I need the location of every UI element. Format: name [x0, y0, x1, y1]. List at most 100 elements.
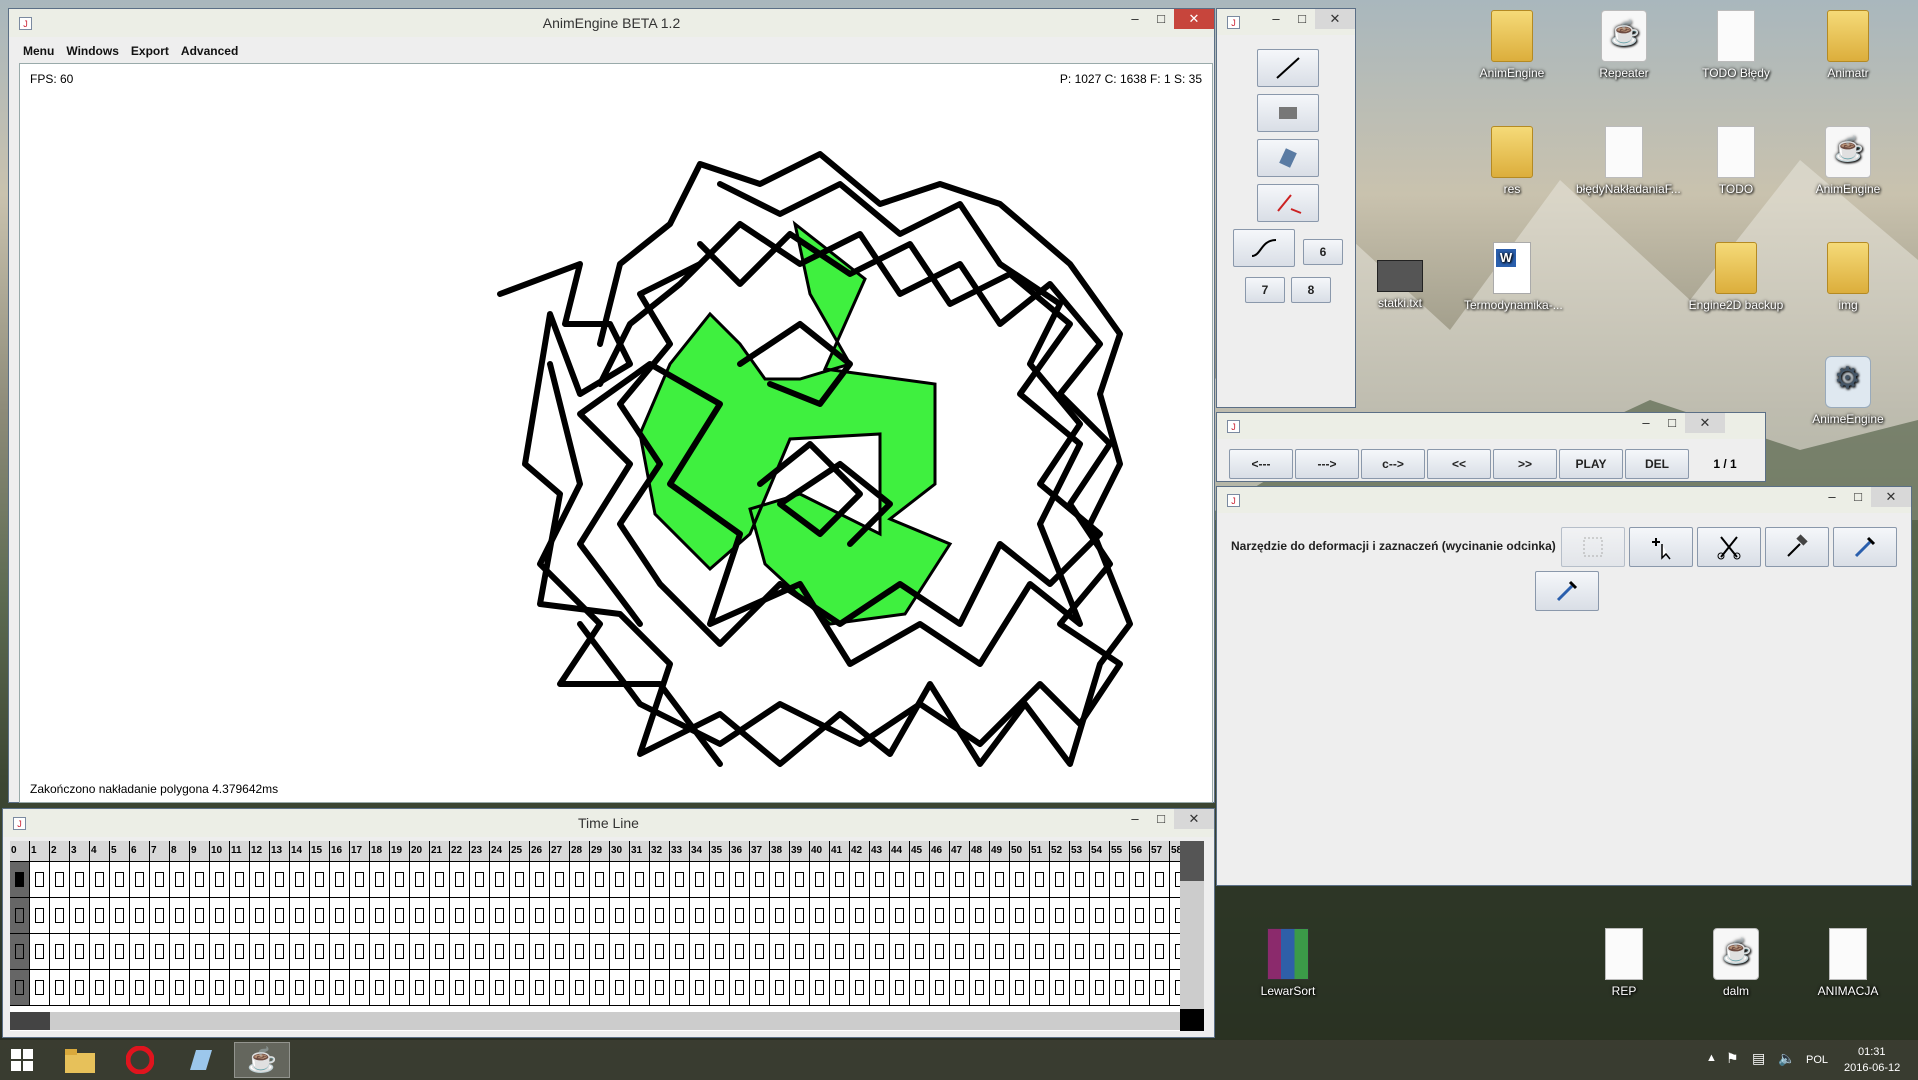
frame-cell[interactable]: [50, 862, 70, 897]
desktop-icon[interactable]: TODO Błędy: [1688, 10, 1784, 80]
frame-cell[interactable]: [1030, 970, 1050, 1005]
frame-cell[interactable]: [470, 862, 490, 897]
minimize-button[interactable]: –: [1122, 9, 1148, 29]
frame-cell[interactable]: [1030, 898, 1050, 933]
frame-cell[interactable]: [410, 862, 430, 897]
frame-cell[interactable]: [790, 862, 810, 897]
frame-cell[interactable]: [770, 862, 790, 897]
frame-cell[interactable]: [830, 970, 850, 1005]
close-button[interactable]: ✕: [1315, 9, 1355, 29]
frame-cell[interactable]: [130, 970, 150, 1005]
frame-cell[interactable]: [810, 934, 830, 969]
frame-cell[interactable]: [770, 898, 790, 933]
frame-cell[interactable]: [990, 898, 1010, 933]
frame-cell[interactable]: [190, 970, 210, 1005]
minimize-button[interactable]: –: [1122, 809, 1148, 829]
frame-cell[interactable]: [570, 934, 590, 969]
prev-frame-button[interactable]: <---: [1229, 449, 1293, 479]
frame-cell[interactable]: [230, 934, 250, 969]
frame-cell[interactable]: [770, 970, 790, 1005]
frame-cell[interactable]: [190, 898, 210, 933]
flag-icon[interactable]: ⚑: [1726, 1050, 1739, 1067]
frame-cell[interactable]: [390, 898, 410, 933]
frame-cell[interactable]: [70, 898, 90, 933]
frame-cell[interactable]: [970, 862, 990, 897]
frame-cell[interactable]: [790, 970, 810, 1005]
frame-cell[interactable]: [1170, 898, 1180, 933]
frame-cell[interactable]: [410, 934, 430, 969]
frame-cell[interactable]: [230, 862, 250, 897]
frame-cell[interactable]: [1150, 862, 1170, 897]
eraser-tool-button[interactable]: [1257, 139, 1319, 177]
frame-cell[interactable]: [910, 862, 930, 897]
frame-cell[interactable]: [890, 970, 910, 1005]
frame-cell[interactable]: [970, 898, 990, 933]
frame-cell[interactable]: [970, 970, 990, 1005]
pipette-button[interactable]: [1833, 527, 1897, 567]
frame-cell[interactable]: [110, 898, 130, 933]
frame-cell[interactable]: [1130, 862, 1150, 897]
tool-button-8[interactable]: 8: [1291, 277, 1331, 303]
frame-cell[interactable]: [590, 934, 610, 969]
scrollbar-thumb[interactable]: [1180, 841, 1204, 881]
select-rect-button[interactable]: [1561, 527, 1625, 567]
frame-cell[interactable]: [410, 898, 430, 933]
frame-cell[interactable]: [90, 934, 110, 969]
frame-cell[interactable]: [1090, 934, 1110, 969]
frame-cell[interactable]: [330, 970, 350, 1005]
frame-cell[interactable]: [1110, 934, 1130, 969]
menu-item-windows[interactable]: Windows: [60, 41, 125, 61]
frame-cell[interactable]: [670, 862, 690, 897]
maximize-button[interactable]: □: [1659, 413, 1685, 433]
frame-cell[interactable]: [1150, 934, 1170, 969]
timeline-hscrollbar[interactable]: [10, 1012, 1180, 1030]
frame-cell[interactable]: [250, 934, 270, 969]
frame-cell[interactable]: [610, 862, 630, 897]
frame-cell[interactable]: [810, 862, 830, 897]
frame-cell[interactable]: [510, 862, 530, 897]
maximize-button[interactable]: □: [1148, 809, 1174, 829]
next-frame-button[interactable]: --->: [1295, 449, 1359, 479]
frame-cell[interactable]: [90, 898, 110, 933]
frame-cell[interactable]: [790, 898, 810, 933]
frame-cell[interactable]: [1070, 862, 1090, 897]
frame-cell[interactable]: [210, 970, 230, 1005]
desktop-icon[interactable]: AnimEngine: [1464, 10, 1560, 80]
frame-cell[interactable]: [730, 934, 750, 969]
frame-cell[interactable]: [1050, 970, 1070, 1005]
frame-cell[interactable]: [450, 898, 470, 933]
frame-cell[interactable]: [1170, 862, 1180, 897]
frame-cell[interactable]: [50, 898, 70, 933]
frame-cell[interactable]: [1130, 970, 1150, 1005]
frame-cell[interactable]: [990, 862, 1010, 897]
frame-cell[interactable]: [630, 898, 650, 933]
frame-cell[interactable]: [950, 862, 970, 897]
frame-cell[interactable]: [930, 862, 950, 897]
frame-cell[interactable]: [1010, 862, 1030, 897]
frame-cell[interactable]: [530, 898, 550, 933]
frame-cell[interactable]: [30, 862, 50, 897]
frame-cell[interactable]: [670, 970, 690, 1005]
frame-cell[interactable]: [810, 970, 830, 1005]
frame-cell[interactable]: [330, 934, 350, 969]
frame-cell[interactable]: [850, 970, 870, 1005]
desktop-icon[interactable]: dalm: [1688, 928, 1784, 998]
frame-cell[interactable]: [290, 934, 310, 969]
clock-date[interactable]: 2016-06-12: [1844, 1062, 1900, 1074]
frame-cell[interactable]: [130, 934, 150, 969]
frame-cell[interactable]: [510, 898, 530, 933]
frame-cell[interactable]: [1110, 862, 1130, 897]
timeline-titlebar[interactable]: J Time Line: [3, 809, 1214, 837]
frame-cell[interactable]: [1070, 934, 1090, 969]
frame-cell[interactable]: [690, 934, 710, 969]
frame-cell[interactable]: [530, 934, 550, 969]
frame-cell[interactable]: [870, 862, 890, 897]
frame-cell[interactable]: [150, 934, 170, 969]
add-point-button[interactable]: [1629, 527, 1693, 567]
frame-cell[interactable]: [1090, 898, 1110, 933]
frame-cell[interactable]: [350, 934, 370, 969]
frame-cell[interactable]: [1010, 898, 1030, 933]
frame-cell[interactable]: [670, 898, 690, 933]
frame-cell[interactable]: [750, 934, 770, 969]
frame-cell[interactable]: [950, 970, 970, 1005]
